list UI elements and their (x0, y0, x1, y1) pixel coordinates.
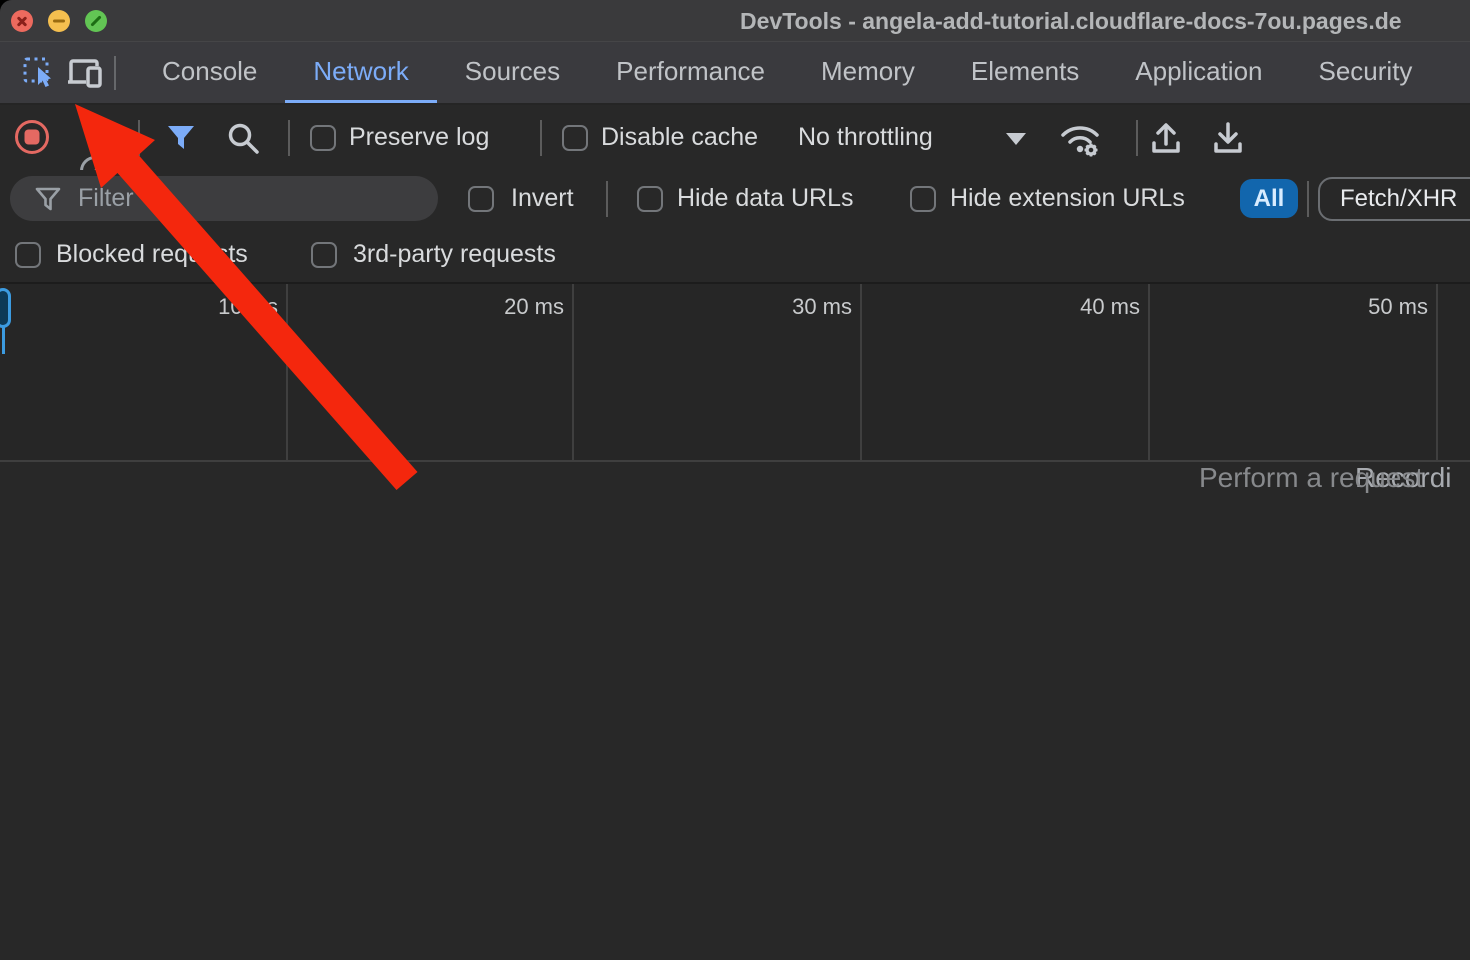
invert-label[interactable]: Invert (511, 184, 574, 213)
record-stop-icon (25, 130, 40, 145)
timeline-gridline (860, 284, 862, 460)
timeline-gridline (1436, 284, 1438, 460)
third-party-requests-label[interactable]: 3rd-party requests (353, 240, 556, 269)
request-type-chip-all[interactable]: All (1240, 179, 1298, 218)
invert-checkbox[interactable] (468, 186, 494, 212)
inspect-cursor-icon (22, 56, 56, 90)
network-overview-timeline: 10 ms 20 ms 30 ms 40 ms 50 ms (0, 284, 1470, 462)
blocked-requests-checkbox[interactable] (15, 242, 41, 268)
network-conditions-button[interactable] (1056, 119, 1106, 159)
device-toolbar-icon (66, 57, 104, 89)
search-button[interactable] (226, 121, 261, 156)
network-filter-bar: Invert Hide data URLs Hide extension URL… (0, 170, 1470, 228)
hide-data-urls-label[interactable]: Hide data URLs (677, 184, 853, 213)
inspect-element-button[interactable] (16, 50, 62, 96)
throttling-select[interactable]: No throttling (798, 123, 933, 152)
tab-console[interactable]: Console (134, 42, 285, 103)
import-har-button[interactable] (1146, 119, 1186, 157)
network-conditions-wifi-gear-icon (1056, 119, 1106, 159)
timeline-gridline (1148, 284, 1150, 460)
window-title: DevTools - angela-add-tutorial.cloudflar… (740, 0, 1402, 42)
network-toolbar: Preserve log Disable cache No throttling (0, 105, 1470, 170)
filter-funnel-outline-icon (34, 185, 62, 213)
disable-cache-checkbox[interactable] (562, 125, 588, 151)
toggle-device-toolbar-button[interactable] (62, 50, 108, 96)
preserve-log-checkbox[interactable] (310, 125, 336, 151)
title-bar: DevTools - angela-add-tutorial.cloudflar… (0, 0, 1470, 42)
overview-window-handle-line (2, 326, 5, 354)
minimize-window-button[interactable] (48, 10, 70, 32)
filter-funnel-icon (165, 122, 197, 154)
devtools-tab-bar: Console Network Sources Performance Memo… (0, 42, 1470, 105)
request-type-chip-fetch-xhr[interactable]: Fetch/XHR (1318, 177, 1470, 221)
third-party-requests-checkbox[interactable] (311, 242, 337, 268)
timeline-tick-20ms: 20 ms (504, 294, 564, 320)
filter-input-pill[interactable] (10, 176, 438, 221)
timeline-tick-40ms: 40 ms (1080, 294, 1140, 320)
hide-extension-urls-checkbox[interactable] (910, 186, 936, 212)
close-window-button[interactable] (11, 10, 33, 32)
preserve-log-label[interactable]: Preserve log (349, 123, 489, 152)
chip-divider (1307, 181, 1309, 217)
throttling-dropdown-caret-icon[interactable] (1006, 133, 1026, 145)
import-upload-icon (1146, 119, 1186, 157)
disable-cache-label[interactable]: Disable cache (601, 123, 758, 152)
tab-elements[interactable]: Elements (943, 42, 1107, 103)
tab-performance[interactable]: Performance (588, 42, 793, 103)
toolbar-divider (138, 120, 140, 156)
tab-security[interactable]: Security (1291, 42, 1441, 103)
zoom-window-button[interactable] (85, 10, 107, 32)
devtools-window: DevTools - angela-add-tutorial.cloudflar… (0, 0, 1470, 960)
export-har-button[interactable] (1208, 119, 1248, 157)
record-network-log-button[interactable] (15, 120, 49, 154)
toolbar-divider (540, 120, 542, 156)
hide-data-urls-checkbox[interactable] (637, 186, 663, 212)
zoom-disabled-icon (90, 15, 101, 26)
timeline-gridline (572, 284, 574, 460)
timeline-gridline (286, 284, 288, 460)
filter-divider (606, 181, 608, 217)
tab-memory[interactable]: Memory (793, 42, 943, 103)
overview-window-handle[interactable] (0, 288, 11, 328)
tab-network[interactable]: Network (285, 42, 436, 103)
timeline-tick-30ms: 30 ms (792, 294, 852, 320)
timeline-tick-10ms: 10 ms (218, 294, 278, 320)
search-icon (226, 121, 261, 156)
minimize-icon (53, 20, 65, 23)
hide-extension-urls-label[interactable]: Hide extension URLs (950, 184, 1185, 213)
tab-sources[interactable]: Sources (437, 42, 588, 103)
blocked-requests-label[interactable]: Blocked requests (56, 240, 248, 269)
perform-request-hint-text: Perform a request (1199, 462, 1423, 494)
timeline-tick-50ms: 50 ms (1368, 294, 1428, 320)
filter-input[interactable] (78, 184, 438, 213)
export-download-icon (1208, 119, 1248, 157)
toolbar-divider (114, 56, 116, 90)
panel-tabs: Console Network Sources Performance Memo… (134, 42, 1440, 103)
toolbar-divider (288, 120, 290, 156)
toolbar-divider (1136, 120, 1138, 156)
network-filter-toggle-button[interactable] (165, 122, 197, 154)
requests-panel: Recordi Perform a request (0, 462, 1470, 958)
tab-application[interactable]: Application (1107, 42, 1290, 103)
network-filter-bar-2: Blocked requests 3rd-party requests (0, 228, 1470, 284)
